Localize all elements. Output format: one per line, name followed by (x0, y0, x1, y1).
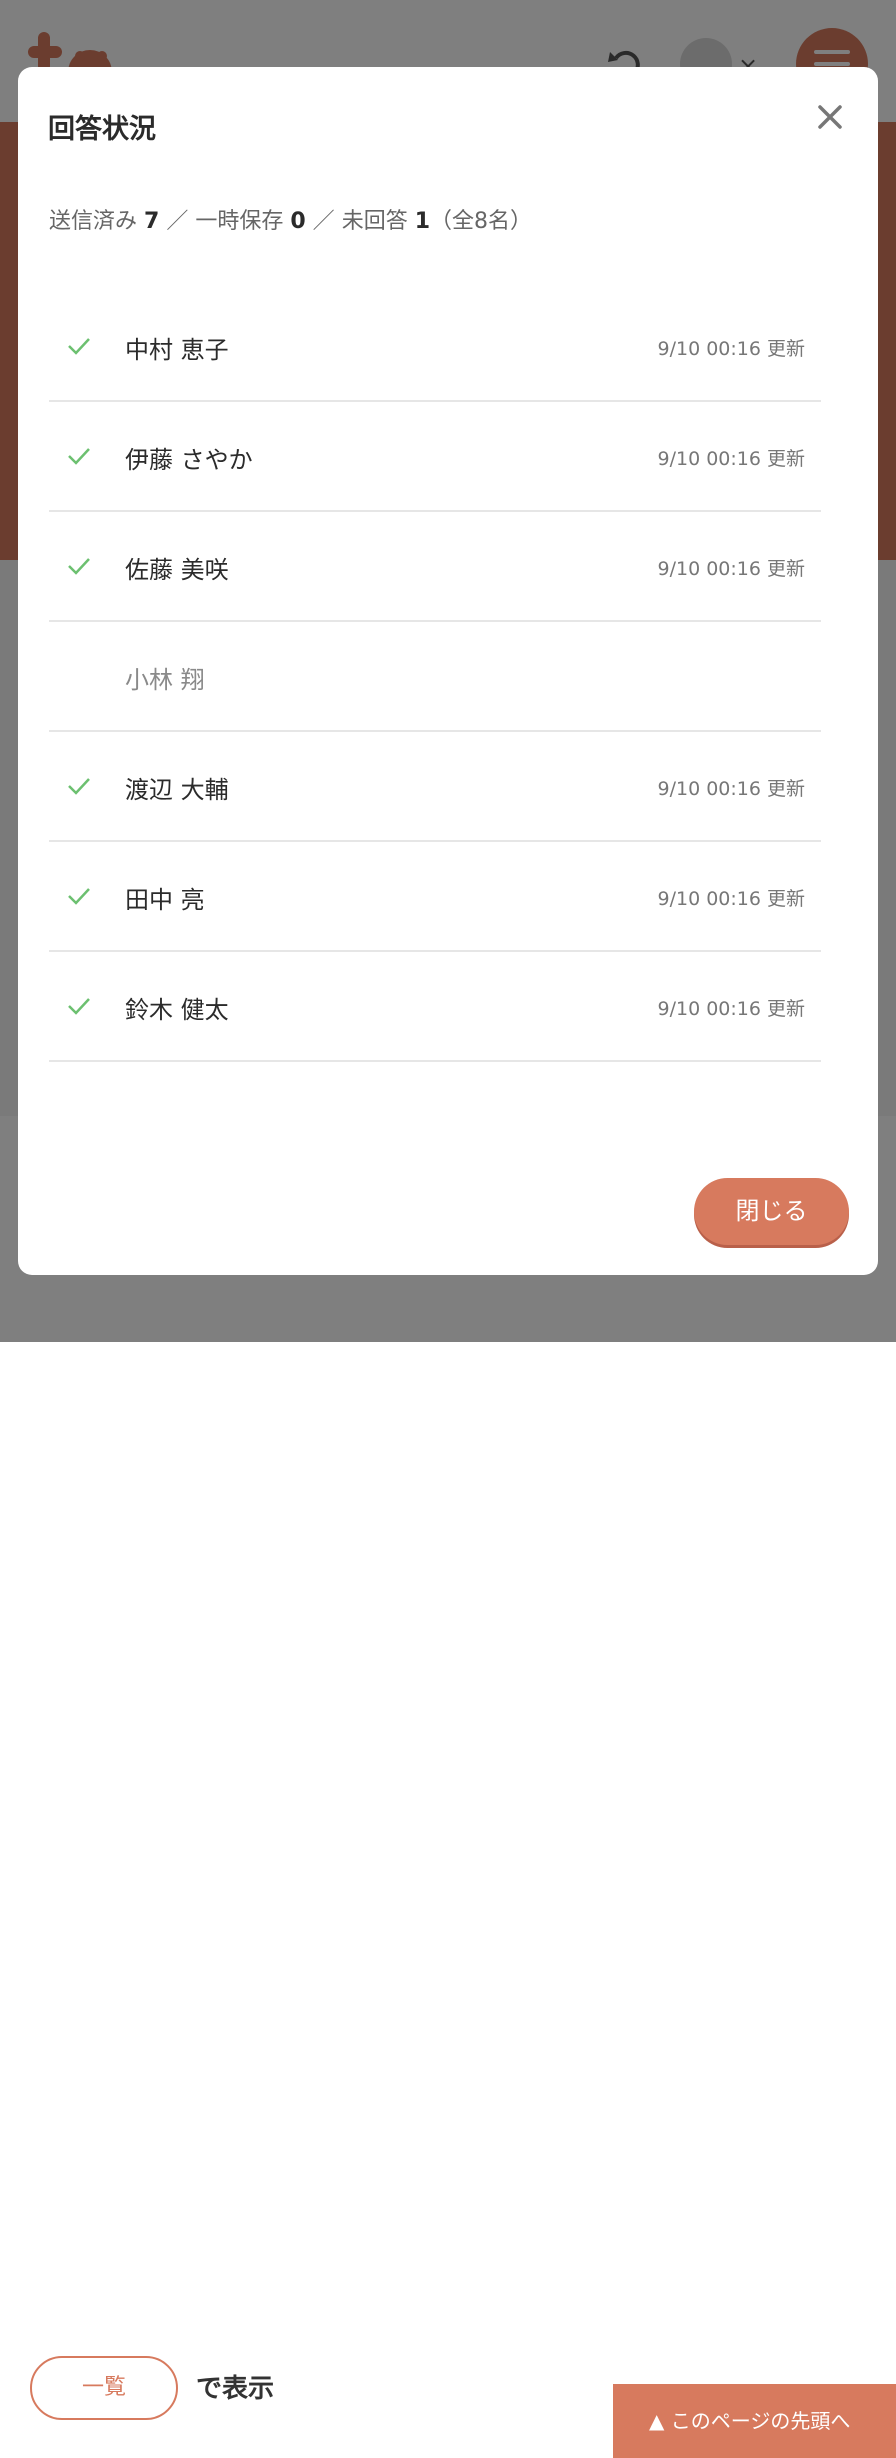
check-icon (68, 778, 90, 795)
show-text: で表示 (196, 2374, 275, 2404)
check-icon (68, 448, 90, 465)
response-status-modal: 回答状況 送信済み 7 ／ 一時保存 0 ／ 未回答 1（全8名） 中村 恵子 … (18, 67, 878, 1275)
check-icon (68, 888, 90, 905)
list-item: 田中 亮 9/10 00:16 更新 (49, 842, 821, 952)
updated-time: 9/10 00:16 更新 (657, 778, 805, 800)
list-item: 中村 恵子 9/10 00:16 更新 (49, 292, 821, 402)
respondent-list: 中村 恵子 9/10 00:16 更新 伊藤 さやか 9/10 00:16 更新… (49, 292, 821, 1062)
separator: ／ (312, 209, 335, 234)
sent-count: 7 (144, 209, 160, 234)
unanswered-label: 未回答 (341, 209, 408, 234)
draft-label: 一時保存 (195, 209, 284, 234)
draft-count: 0 (290, 209, 306, 234)
check-icon (68, 558, 90, 575)
response-summary: 送信済み 7 ／ 一時保存 0 ／ 未回答 1（全8名） (49, 203, 532, 235)
modal-title: 回答状況 (48, 114, 156, 145)
view-list-button[interactable]: 一覧 (30, 2356, 178, 2420)
list-item: 佐藤 美咲 9/10 00:16 更新 (49, 512, 821, 622)
updated-time: 9/10 00:16 更新 (657, 888, 805, 910)
list-item: 渡辺 大輔 9/10 00:16 更新 (49, 732, 821, 842)
close-button[interactable]: 閉じる (694, 1178, 849, 1245)
check-icon (68, 338, 90, 355)
sent-label: 送信済み (49, 209, 138, 234)
respondent-name: 小林 翔 (125, 666, 205, 694)
check-icon (68, 998, 90, 1015)
respondent-name: 佐藤 美咲 (125, 556, 229, 584)
updated-time: 9/10 00:16 更新 (657, 558, 805, 580)
unanswered-count: 1 (414, 209, 431, 234)
respondent-name: 田中 亮 (125, 886, 205, 914)
total-count: （全8名） (430, 209, 533, 234)
respondent-name: 中村 恵子 (125, 336, 229, 364)
close-icon[interactable] (814, 101, 846, 133)
separator: ／ (166, 209, 189, 234)
updated-time: 9/10 00:16 更新 (657, 448, 805, 470)
updated-time: 9/10 00:16 更新 (657, 998, 805, 1020)
list-item: 鈴木 健太 9/10 00:16 更新 (49, 952, 821, 1062)
page-top-button[interactable]: ▲ このページの先頭へ (613, 2384, 896, 2458)
list-item: 小林 翔 (49, 622, 821, 732)
respondent-name: 伊藤 さやか (125, 446, 253, 474)
respondent-name: 渡辺 大輔 (125, 776, 229, 804)
updated-time: 9/10 00:16 更新 (657, 338, 805, 360)
respondent-name: 鈴木 健太 (125, 996, 229, 1024)
list-item: 伊藤 さやか 9/10 00:16 更新 (49, 402, 821, 512)
